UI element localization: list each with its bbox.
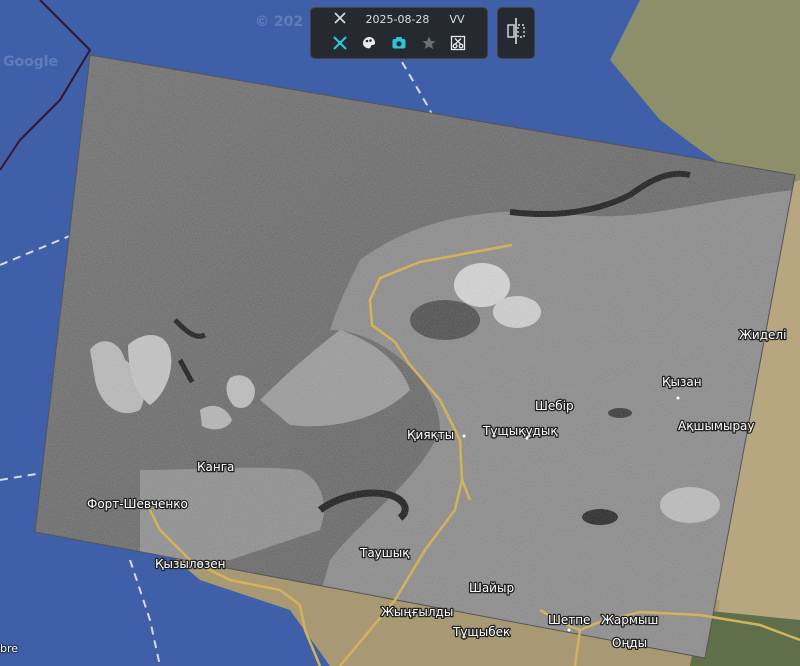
place-label: Канга bbox=[197, 460, 234, 474]
map-corner-label: bre bbox=[0, 642, 19, 655]
palette-icon[interactable] bbox=[360, 34, 378, 52]
place-label: Таушық bbox=[359, 546, 410, 560]
place-label: Жиделі bbox=[739, 328, 786, 342]
place-label: Форт-Шевченко bbox=[87, 497, 188, 511]
place-label: Ақшымырау bbox=[678, 419, 755, 433]
acquisition-date: 2025-08-28 bbox=[365, 12, 430, 26]
place-label: Шебір bbox=[535, 399, 574, 413]
compare-split-icon bbox=[505, 17, 527, 49]
tools-icon[interactable] bbox=[333, 11, 346, 27]
satellite-tool-icon[interactable] bbox=[331, 34, 349, 52]
place-label: Шайыр bbox=[469, 581, 514, 595]
place-label: Жыңғылды bbox=[381, 605, 453, 619]
place-label: Оңды bbox=[612, 636, 647, 650]
map-canvas[interactable]: Жиделі Қызан Шебір Ақшымырау Қияқты Тұщы… bbox=[0, 0, 800, 666]
place-label: Қызылөзен bbox=[155, 557, 225, 571]
camera-icon[interactable] bbox=[390, 34, 408, 52]
polarization-label[interactable]: VV bbox=[449, 13, 464, 26]
map-provider-watermark: Google bbox=[3, 54, 59, 70]
star-icon[interactable] bbox=[420, 34, 438, 52]
place-label: Тұщықұдық bbox=[482, 424, 558, 438]
place-label: Қызан bbox=[662, 375, 702, 389]
map-copyright-watermark: © 202 bbox=[255, 14, 304, 30]
place-label: Тұщыбек bbox=[452, 625, 510, 639]
place-label: Қияқты bbox=[407, 428, 454, 442]
compare-button[interactable] bbox=[497, 7, 535, 59]
place-label: Шетпе bbox=[548, 613, 590, 627]
image-toolbar: 2025-08-28 VV bbox=[310, 7, 488, 59]
place-label: Жармыш bbox=[601, 613, 658, 627]
scissors-icon[interactable] bbox=[449, 34, 467, 52]
